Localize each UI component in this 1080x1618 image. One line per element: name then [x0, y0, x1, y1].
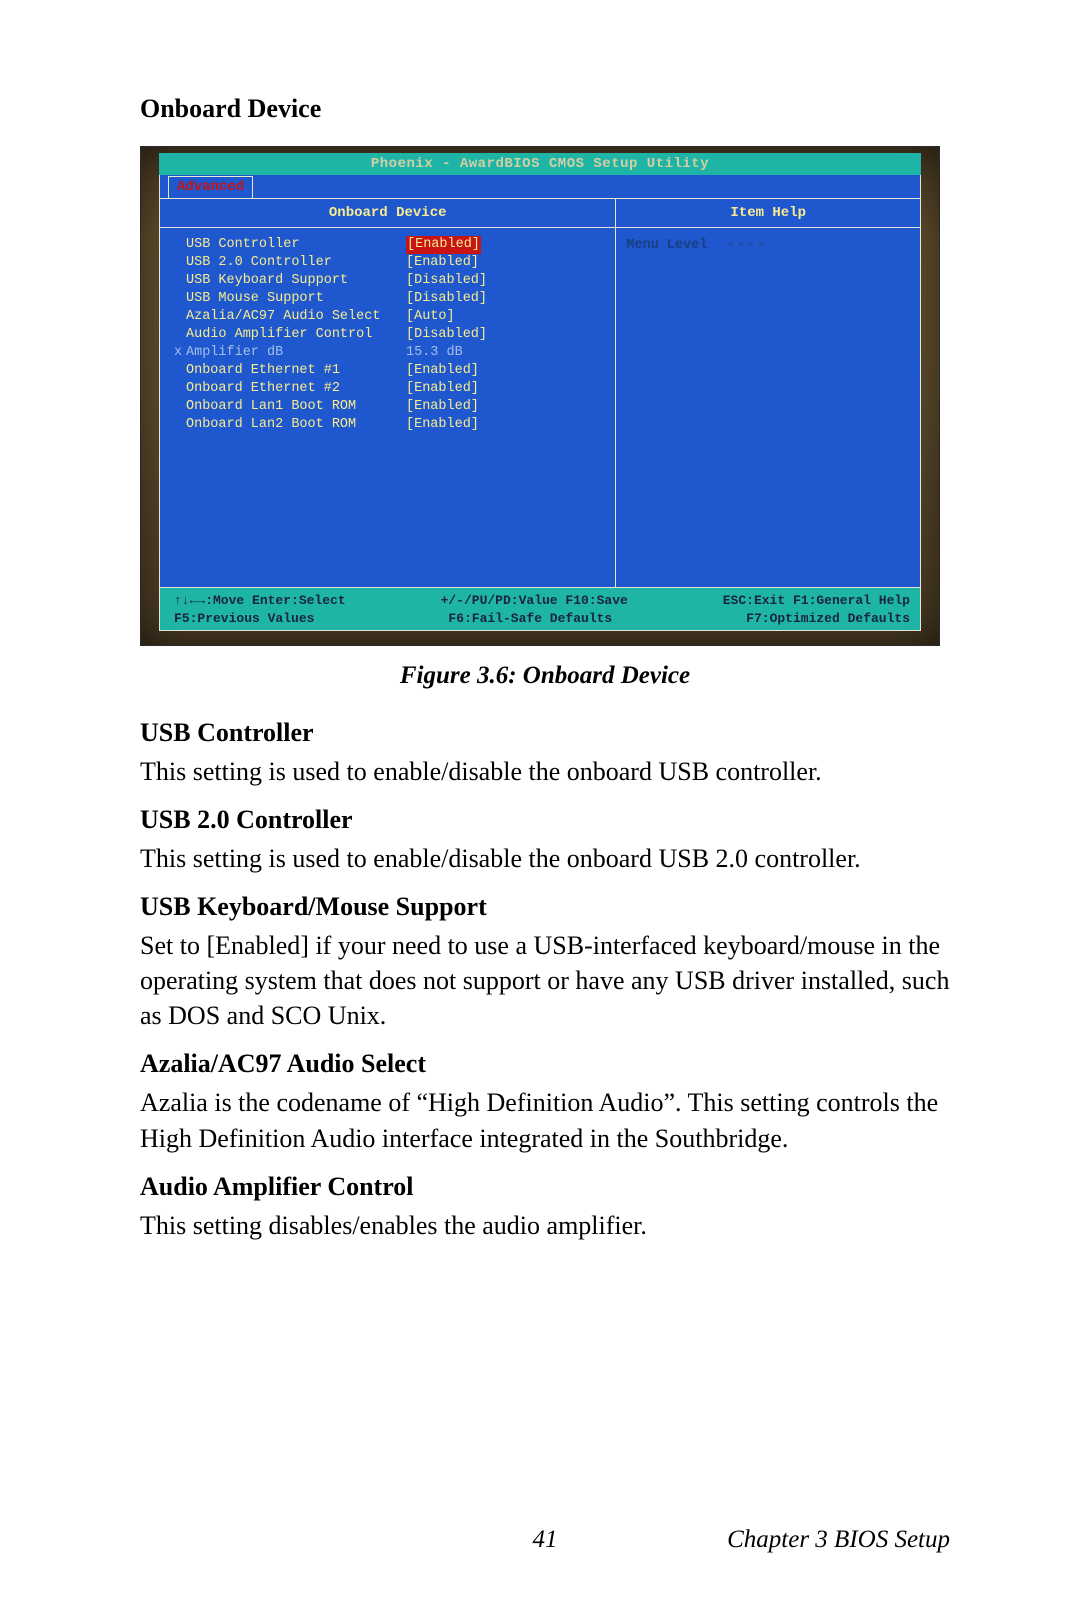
description-heading: Azalia/AC97 Audio Select	[140, 1049, 950, 1079]
bios-setting-row[interactable]: xAmplifier dB15.3 dB	[174, 344, 607, 362]
setting-label: Onboard Ethernet #2	[186, 380, 406, 398]
row-prefix	[174, 380, 186, 398]
bios-tab-row: Advanced	[159, 175, 921, 199]
row-prefix	[174, 254, 186, 272]
footer-optimized: F7:Optimized Defaults	[746, 610, 910, 628]
bios-left-panel: Onboard Device USB Controller[Enabled] U…	[160, 199, 616, 587]
description-text: This setting is used to enable/disable t…	[140, 841, 950, 876]
bios-setting-row[interactable]: USB 2.0 Controller[Enabled]	[174, 254, 607, 272]
setting-label: Onboard Lan2 Boot ROM	[186, 416, 406, 434]
figure-caption: Figure 3.6: Onboard Device	[140, 662, 950, 690]
description-text: Set to [Enabled] if your need to use a U…	[140, 928, 950, 1033]
bios-screenshot: Phoenix - AwardBIOS CMOS Setup Utility A…	[140, 146, 940, 646]
bios-setting-row[interactable]: USB Mouse Support[Disabled]	[174, 290, 607, 308]
description-text: Azalia is the codename of “High Definiti…	[140, 1085, 950, 1155]
chapter-label: Chapter 3 BIOS Setup	[680, 1526, 950, 1554]
row-prefix	[174, 236, 186, 254]
setting-value: [Auto]	[406, 308, 455, 326]
bios-right-header: Item Help	[616, 199, 920, 228]
footer-prev-values: F5:Previous Values	[174, 610, 314, 628]
footer-failsafe: F6:Fail-Safe Defaults	[448, 610, 612, 628]
row-prefix	[174, 416, 186, 434]
bios-setting-row[interactable]: Onboard Lan1 Boot ROM[Enabled]	[174, 398, 607, 416]
row-prefix	[174, 326, 186, 344]
page: Onboard Device Phoenix - AwardBIOS CMOS …	[0, 0, 1080, 1618]
setting-value: [Enabled]	[406, 380, 479, 398]
row-prefix	[174, 362, 186, 380]
section-heading: Onboard Device	[140, 94, 950, 124]
bios-tab-advanced[interactable]: Advanced	[168, 176, 253, 198]
descriptions-block: USB Controller This setting is used to en…	[140, 718, 950, 1243]
bios-footer: ↑↓←→:Move Enter:Select +/-/PU/PD:Value F…	[159, 587, 921, 631]
setting-label: USB Controller	[186, 236, 406, 254]
bios-setting-row[interactable]: Onboard Ethernet #1[Enabled]	[174, 362, 607, 380]
footer-exit-help: ESC:Exit F1:General Help	[723, 592, 910, 610]
setting-label: USB Keyboard Support	[186, 272, 406, 290]
page-number: 41	[410, 1526, 680, 1554]
bios-setting-row[interactable]: Audio Amplifier Control[Disabled]	[174, 326, 607, 344]
bios-settings-list: USB Controller[Enabled] USB 2.0 Controll…	[160, 228, 615, 442]
setting-label: Onboard Ethernet #1	[186, 362, 406, 380]
menu-level-arrows-icon: ▸▸▸▸	[728, 238, 769, 253]
setting-value: [Enabled]	[406, 362, 479, 380]
setting-label: Audio Amplifier Control	[186, 326, 406, 344]
setting-value: [Enabled]	[406, 236, 481, 254]
bios-help-body: Menu Level ▸▸▸▸	[616, 228, 920, 261]
setting-value: 15.3 dB	[406, 344, 463, 362]
description-heading: Audio Amplifier Control	[140, 1172, 950, 1202]
description-text: This setting is used to enable/disable t…	[140, 754, 950, 789]
footer-value-save: +/-/PU/PD:Value F10:Save	[441, 592, 628, 610]
setting-value: [Disabled]	[406, 290, 487, 308]
row-prefix	[174, 398, 186, 416]
setting-value: [Enabled]	[406, 416, 479, 434]
setting-label: Amplifier dB	[186, 344, 406, 362]
page-footer: 41 Chapter 3 BIOS Setup	[140, 1526, 950, 1554]
setting-label: Azalia/AC97 Audio Select	[186, 308, 406, 326]
setting-label: Onboard Lan1 Boot ROM	[186, 398, 406, 416]
bios-setting-row[interactable]: Onboard Ethernet #2[Enabled]	[174, 380, 607, 398]
bios-setting-row[interactable]: Azalia/AC97 Audio Select[Auto]	[174, 308, 607, 326]
setting-value: [Enabled]	[406, 398, 479, 416]
row-prefix	[174, 308, 186, 326]
setting-value: [Disabled]	[406, 272, 487, 290]
setting-label: USB Mouse Support	[186, 290, 406, 308]
bios-setting-row[interactable]: USB Controller[Enabled]	[174, 236, 607, 254]
setting-value: [Enabled]	[406, 254, 479, 272]
row-prefix	[174, 290, 186, 308]
bios-screen: Phoenix - AwardBIOS CMOS Setup Utility A…	[159, 153, 921, 631]
footer-move-select: ↑↓←→:Move Enter:Select	[174, 592, 346, 610]
bios-setting-row[interactable]: USB Keyboard Support[Disabled]	[174, 272, 607, 290]
bios-setting-row[interactable]: Onboard Lan2 Boot ROM[Enabled]	[174, 416, 607, 434]
row-prefix	[174, 272, 186, 290]
menu-level-label: Menu Level	[626, 238, 707, 253]
setting-value: [Disabled]	[406, 326, 487, 344]
row-prefix: x	[174, 344, 186, 362]
setting-label: USB 2.0 Controller	[186, 254, 406, 272]
bios-body: Onboard Device USB Controller[Enabled] U…	[159, 199, 921, 587]
description-heading: USB Controller	[140, 718, 950, 748]
description-text: This setting disables/enables the audio …	[140, 1208, 950, 1243]
bios-right-panel: Item Help Menu Level ▸▸▸▸	[616, 199, 920, 587]
description-heading: USB Keyboard/Mouse Support	[140, 892, 950, 922]
bios-left-header: Onboard Device	[160, 199, 615, 228]
bios-title: Phoenix - AwardBIOS CMOS Setup Utility	[159, 153, 921, 175]
description-heading: USB 2.0 Controller	[140, 805, 950, 835]
